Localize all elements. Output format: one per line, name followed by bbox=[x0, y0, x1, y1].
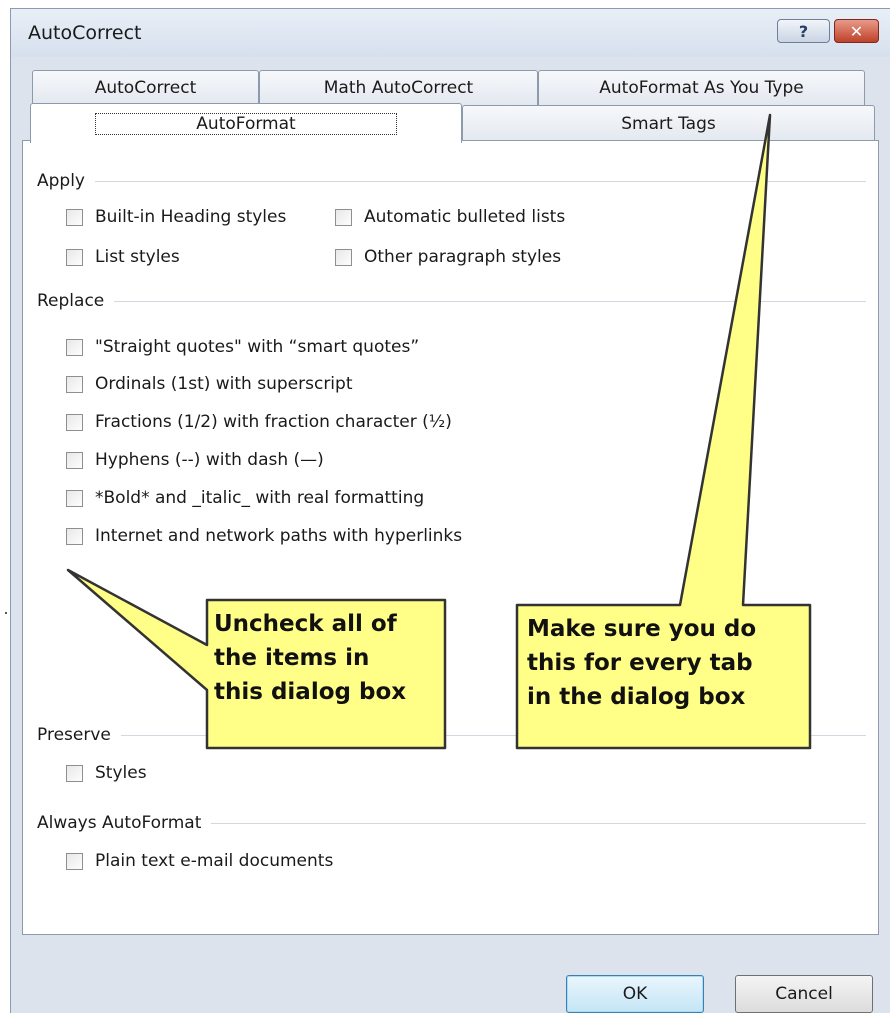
callout-line: this for every tab bbox=[527, 650, 753, 676]
callout-line: Make sure you do bbox=[527, 616, 757, 642]
callout-line: in the dialog box bbox=[527, 684, 746, 710]
right-callout-text: Make sure you do this for every tab in t… bbox=[527, 612, 756, 714]
callout-overlay bbox=[66, 113, 812, 750]
callout-line: Uncheck all of bbox=[214, 611, 397, 637]
left-callout-text: Uncheck all of the items in this dialog … bbox=[214, 607, 406, 709]
callout-line: this dialog box bbox=[214, 679, 407, 705]
callout-line: the items in bbox=[214, 645, 370, 671]
